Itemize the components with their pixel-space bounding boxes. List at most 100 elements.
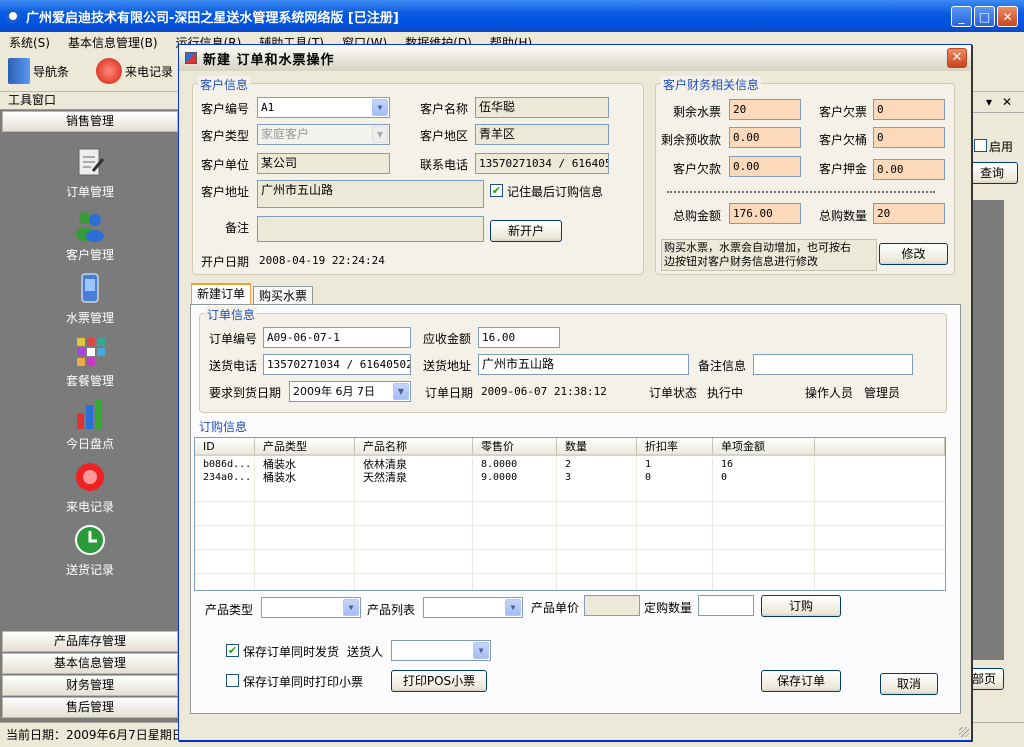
tab-new-order[interactable]: 新建订单 <box>191 283 252 305</box>
order-status-value: 执行中 <box>707 386 744 400</box>
required-date-picker[interactable]: 2009年 6月 7日 ▼ <box>289 381 411 402</box>
order-note-label: 备注信息 <box>698 359 747 373</box>
deposit-label: 客户押金 <box>819 162 868 176</box>
order-no-field[interactable]: A09-06-07-1 <box>263 327 411 348</box>
chevron-down-icon[interactable]: ▼ <box>505 599 521 616</box>
ship-on-save-checkbox[interactable]: ✔ <box>226 644 239 657</box>
menu-basic-info[interactable]: 基本信息管理(B) <box>59 34 167 51</box>
order-quantity-field[interactable] <box>698 595 754 616</box>
nav-item-deliveries[interactable]: 送货记录 <box>0 523 180 578</box>
section-product-stock[interactable]: 产品库存管理 <box>2 631 178 652</box>
remember-checkbox[interactable]: ✔ <box>490 184 503 197</box>
customer-address-field[interactable]: 广州市五山路 <box>257 180 484 208</box>
nav-item-calls[interactable]: 来电记录 <box>0 460 180 515</box>
required-date-label: 要求到货日期 <box>209 386 282 400</box>
nav-item-packages[interactable]: 套餐管理 <box>0 334 180 389</box>
customer-note-field[interactable] <box>257 216 484 242</box>
cell-id: 234a0... <box>203 472 252 483</box>
owed-buckets-field[interactable]: 0 <box>873 127 945 148</box>
cell-retail-price: 8.0000 <box>481 459 518 470</box>
close-button[interactable]: ✕ <box>997 6 1018 27</box>
product-type-label: 产品类型 <box>205 603 254 617</box>
minimize-button[interactable]: _ <box>951 6 972 27</box>
grid-line <box>195 501 945 502</box>
dialog-close-button[interactable]: ✕ <box>947 48 967 68</box>
chevron-down-icon[interactable]: ▼ <box>372 99 388 116</box>
open-date-value: 2008-04-19 22:24:24 <box>259 254 385 267</box>
order-item-button[interactable]: 订购 <box>761 595 841 617</box>
nav-item-tickets[interactable]: 水票管理 <box>0 271 180 326</box>
chevron-down-icon[interactable]: ▼ <box>393 383 409 400</box>
menu-system[interactable]: 系统(S) <box>0 34 59 51</box>
enable-checkbox[interactable] <box>974 139 987 152</box>
operator-value: 管理员 <box>864 386 901 400</box>
courier-select[interactable]: ▼ <box>391 640 491 661</box>
remaining-tickets-field[interactable]: 20 <box>729 99 801 120</box>
print-on-save-checkbox[interactable] <box>226 674 239 687</box>
maximize-button[interactable]: □ <box>974 6 995 27</box>
section-basic-info[interactable]: 基本信息管理 <box>2 653 178 674</box>
cancel-button[interactable]: 取消 <box>880 673 938 695</box>
section-sales[interactable]: 销售管理 <box>2 111 178 132</box>
print-on-save-label: 保存订单同时打印小票 <box>243 675 364 689</box>
print-pos-button[interactable]: 打印POS小票 <box>391 670 487 692</box>
column-header-retail-price[interactable]: 零售价 <box>473 438 557 456</box>
resize-grip-icon[interactable] <box>959 727 969 737</box>
deposit-field[interactable]: 0.00 <box>873 159 945 180</box>
tool-window-header: 工具窗口 <box>0 92 180 110</box>
amount-due-field[interactable]: 16.00 <box>478 327 560 348</box>
query-button[interactable]: 查询 <box>966 162 1018 184</box>
nav-item-orders[interactable]: 订单管理 <box>0 145 180 200</box>
nav-item-customers[interactable]: 客户管理 <box>0 208 180 263</box>
column-header-quantity[interactable]: 数量 <box>557 438 637 456</box>
column-header-item-amount[interactable]: 单项金额 <box>713 438 815 456</box>
section-after-sales[interactable]: 售后管理 <box>2 697 178 718</box>
customer-unit-field[interactable]: 某公司 <box>257 153 390 174</box>
chevron-down-icon[interactable]: ▼ <box>473 642 489 659</box>
nav-item-label: 套餐管理 <box>65 374 114 388</box>
nav-item-inventory-today[interactable]: 今日盘点 <box>0 397 180 452</box>
save-order-button[interactable]: 保存订单 <box>761 670 841 692</box>
unit-price-field[interactable] <box>584 595 640 616</box>
order-info-title: 订单信息 <box>205 306 258 323</box>
product-type-select[interactable]: ▼ <box>261 597 361 618</box>
order-note-field[interactable] <box>753 354 913 375</box>
customer-name-field[interactable]: 伍华聪 <box>475 97 609 118</box>
finance-hint-text: 购买水票，水票会自动增加，也可按右边按钮对客户财务信息进行修改 <box>664 241 851 268</box>
purchase-info-title: 订购信息 <box>197 418 250 435</box>
new-account-button[interactable]: 新开户 <box>490 220 562 242</box>
prepaid-field[interactable]: 0.00 <box>729 127 801 148</box>
purchase-grid[interactable]: ID 产品类型 产品名称 零售价 数量 折扣率 单项金额 b086d... 桶装… <box>194 437 946 591</box>
calls-label: 来电记录 <box>125 64 174 79</box>
cell-item-amount: 16 <box>721 459 734 470</box>
customer-region-field[interactable]: 青羊区 <box>475 124 609 145</box>
close-icon[interactable]: ✕ <box>1002 95 1012 109</box>
customer-phone-field[interactable]: 13570271034 / 61640502 <box>475 153 609 174</box>
total-quantity-field[interactable]: 20 <box>873 203 945 224</box>
calls-toolbar-button[interactable]: 来电记录 <box>96 58 173 84</box>
delivery-address-field[interactable]: 广州市五山路 <box>478 354 689 375</box>
owed-money-field[interactable]: 0.00 <box>729 156 801 177</box>
column-header-product-type[interactable]: 产品类型 <box>255 438 355 456</box>
section-finance[interactable]: 财务管理 <box>2 675 178 696</box>
column-header-id[interactable]: ID <box>195 438 255 456</box>
order-quantity-label: 定购数量 <box>644 601 693 615</box>
customer-region-label: 客户地区 <box>420 129 469 143</box>
edit-finance-button[interactable]: 修改 <box>879 243 948 265</box>
delivery-phone-field[interactable]: 13570271034 / 61640502 <box>263 354 411 375</box>
nav-toolbar-button[interactable]: 导航条 <box>8 58 69 84</box>
tab-buy-tickets[interactable]: 购买水票 <box>253 286 314 306</box>
chevron-down-icon[interactable]: ▼ <box>343 599 359 616</box>
owed-tickets-field[interactable]: 0 <box>873 99 945 120</box>
customer-type-select[interactable]: 家庭客户 ▼ <box>257 124 390 145</box>
unit-price-label: 产品单价 <box>531 601 580 615</box>
total-amount-field[interactable]: 176.00 <box>729 203 801 224</box>
window-titlebar: 广州爱启迪技术有限公司-深田之星送水管理系统网络版 [已注册] <box>0 0 1024 32</box>
product-list-select[interactable]: ▼ <box>423 597 523 618</box>
column-header-product-name[interactable]: 产品名称 <box>355 438 473 456</box>
cell-retail-price: 9.0000 <box>481 472 518 483</box>
column-header-discount[interactable]: 折扣率 <box>637 438 713 456</box>
customer-id-select[interactable]: A1 ▼ <box>257 97 390 118</box>
dropdown-icon[interactable]: ▾ <box>986 95 992 109</box>
owed-tickets-label: 客户欠票 <box>819 105 868 119</box>
